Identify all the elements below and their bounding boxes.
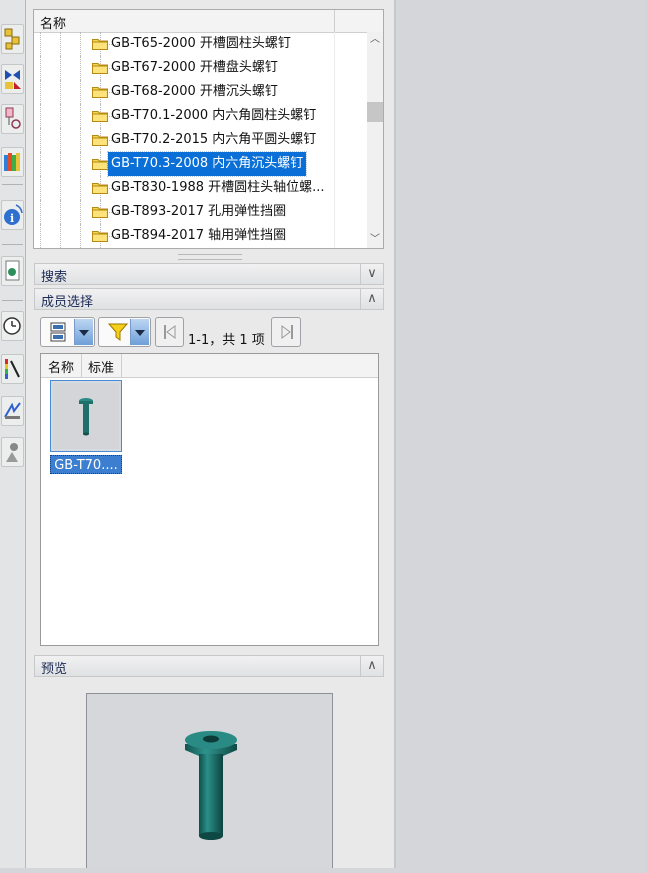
folder-icon bbox=[92, 111, 108, 122]
tree-item[interactable]: GB-T830-1988 开槽圆柱头轴位螺... bbox=[34, 176, 367, 200]
tree-item-label: GB-T70.2-2015 内六角平圆头螺钉 bbox=[111, 132, 317, 147]
previous-page-button[interactable] bbox=[155, 317, 184, 347]
countersunk-screw-preview bbox=[185, 731, 237, 840]
thumbnail-view-icon bbox=[50, 322, 68, 346]
chevron-down-icon[interactable]: ∨ bbox=[360, 264, 383, 284]
history-icon[interactable] bbox=[1, 311, 24, 341]
member-select-section-title: 成员选择 bbox=[41, 295, 94, 310]
chevron-down-icon[interactable] bbox=[130, 319, 149, 345]
tree-item-label: GB-T70.3-2008 内六角沉头螺钉 bbox=[106, 151, 308, 177]
panel-splitter[interactable] bbox=[178, 254, 242, 260]
tree-item-label: GB-T67-2000 开槽盘头螺钉 bbox=[111, 60, 278, 75]
tree-item-label: GB-T68-2000 开槽沉头螺钉 bbox=[111, 84, 278, 99]
tree-item[interactable]: GB-T70.1-2000 内六角圆柱头螺钉 bbox=[34, 104, 367, 128]
folder-icon bbox=[92, 183, 108, 194]
tree-item[interactable]: GB-T68-2000 开槽沉头螺钉 bbox=[34, 80, 367, 104]
chevron-down-icon[interactable] bbox=[74, 319, 93, 345]
reuse-library-icon[interactable] bbox=[1, 147, 24, 177]
tree-scrollbar[interactable]: ︿ ﹀ bbox=[367, 32, 383, 248]
screw-part-icon bbox=[79, 398, 93, 436]
color-palette-icon[interactable] bbox=[1, 354, 24, 384]
search-section-title: 搜索 bbox=[41, 270, 68, 285]
filter-dropdown[interactable] bbox=[98, 317, 151, 347]
member-item-label[interactable]: GB-T70.... bbox=[50, 455, 122, 474]
preview-viewport[interactable] bbox=[86, 693, 333, 868]
tree-item-label: GB-T830-1988 开槽圆柱头轴位螺... bbox=[111, 180, 325, 195]
library-tree: 名称 GB-T65-2000 开槽圆柱头螺钉 GB-T67-2000 开槽盘头螺钉… bbox=[33, 9, 384, 249]
member-standard-column-header[interactable]: 标准 bbox=[88, 357, 114, 376]
tree-rows: GB-T65-2000 开槽圆柱头螺钉 GB-T67-2000 开槽盘头螺钉 GB-… bbox=[34, 32, 367, 248]
preview-section-title: 预览 bbox=[41, 662, 68, 677]
folder-icon bbox=[92, 135, 108, 146]
tree-item[interactable]: GB-T67-2000 开槽盘头螺钉 bbox=[34, 56, 367, 80]
hd3d-tools-icon[interactable]: i bbox=[1, 200, 24, 230]
tree-item-label: GB-T70.1-2000 内六角圆柱头螺钉 bbox=[111, 108, 317, 123]
scroll-up-icon[interactable]: ︿ bbox=[367, 32, 383, 48]
page-info-text: 1-1，共 1 项 bbox=[188, 333, 265, 348]
chevron-up-icon[interactable]: ∧ bbox=[360, 656, 383, 676]
web-browser-icon[interactable] bbox=[1, 256, 24, 286]
scroll-thumb[interactable] bbox=[367, 102, 383, 122]
process-studio-icon[interactable] bbox=[1, 396, 24, 426]
folder-icon bbox=[92, 207, 108, 218]
tree-item[interactable]: GB-T70.2-2015 内六角平圆头螺钉 bbox=[34, 128, 367, 152]
tree-column-header: 名称 bbox=[34, 10, 383, 33]
preview-section-header[interactable]: 预览 ∧ bbox=[34, 655, 384, 677]
tree-item-label: GB-T894-2017 轴用弹性挡圈 bbox=[111, 228, 287, 243]
folder-icon bbox=[92, 63, 108, 74]
member-list-header: 名称 标准 bbox=[41, 354, 378, 378]
name-column-header[interactable]: 名称 bbox=[40, 13, 66, 32]
tree-item-label: GB-T65-2000 开槽圆柱头螺钉 bbox=[111, 36, 291, 51]
member-name-column-header[interactable]: 名称 bbox=[48, 357, 74, 376]
tree-item[interactable]: GB-T65-2000 开槽圆柱头螺钉 bbox=[34, 32, 367, 56]
svg-text:i: i bbox=[10, 212, 14, 225]
member-item-thumbnail[interactable] bbox=[50, 380, 122, 452]
tree-item[interactable]: GB-T70.3-2008 内六角沉头螺钉 bbox=[34, 151, 367, 177]
part-navigator-icon[interactable] bbox=[1, 104, 24, 134]
chevron-up-icon[interactable]: ∧ bbox=[360, 289, 383, 309]
next-page-icon bbox=[279, 324, 295, 344]
roles-icon[interactable] bbox=[1, 437, 24, 467]
filter-icon bbox=[107, 322, 129, 346]
view-mode-dropdown[interactable] bbox=[40, 317, 95, 347]
constraint-navigator-icon[interactable] bbox=[1, 64, 24, 94]
search-section-header[interactable]: 搜索 ∨ bbox=[34, 263, 384, 285]
tree-item[interactable]: GB-T893-2017 孔用弹性挡圈 bbox=[34, 200, 367, 224]
previous-page-icon bbox=[162, 324, 178, 344]
member-select-section-header[interactable]: 成员选择 ∧ bbox=[34, 288, 384, 310]
folder-icon bbox=[92, 39, 108, 50]
folder-icon bbox=[92, 159, 108, 170]
next-page-button[interactable] bbox=[271, 317, 301, 347]
folder-icon bbox=[92, 87, 108, 98]
assembly-navigator-icon[interactable] bbox=[1, 24, 24, 54]
graphics-window bbox=[394, 0, 647, 868]
tree-item-label: GB-T893-2017 孔用弹性挡圈 bbox=[111, 204, 287, 219]
folder-icon bbox=[92, 231, 108, 242]
tree-item[interactable]: GB-T894-2017 轴用弹性挡圈 bbox=[34, 224, 367, 248]
resource-bar: i bbox=[0, 0, 26, 868]
scroll-down-icon[interactable]: ﹀ bbox=[367, 232, 383, 248]
